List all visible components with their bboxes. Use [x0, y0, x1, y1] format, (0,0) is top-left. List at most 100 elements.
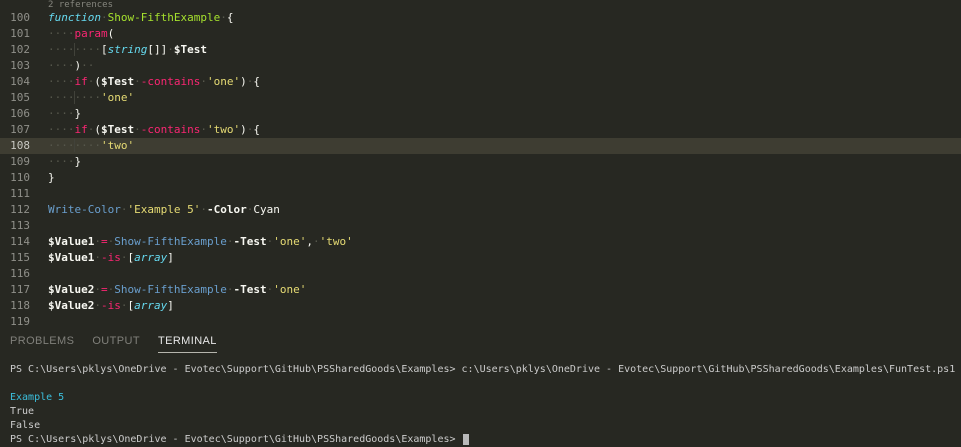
- code-line[interactable]: 112Write-Color·'Example 5'·-Color·Cyan: [0, 202, 961, 218]
- indent-whitespace: ····: [48, 107, 75, 120]
- code-token: (: [94, 75, 101, 88]
- line-number[interactable]: 109: [0, 154, 30, 170]
- code-line[interactable]: 117$Value2·=·Show-FifthExample·-Test·'on…: [0, 282, 961, 298]
- code-line[interactable]: 115$Value1·-is·[array]: [0, 250, 961, 266]
- code-area[interactable]: 100function·Show-FifthExample·{101····pa…: [0, 10, 961, 325]
- indent-whitespace: ····: [48, 155, 75, 168]
- code-token: 'two': [101, 139, 134, 152]
- codelens-references-link[interactable]: 2 references: [48, 0, 113, 10]
- code-token: -is: [101, 251, 121, 264]
- panel-tab-terminal[interactable]: TERMINAL: [158, 335, 217, 353]
- code-line[interactable]: 103····)··: [0, 58, 961, 74]
- code-token: ,: [306, 235, 313, 248]
- panel-tab-problems[interactable]: PROBLEMS: [10, 335, 74, 352]
- code-token: array: [134, 299, 167, 312]
- indent-whitespace: ····: [48, 59, 75, 72]
- code-token: Show-FifthExample: [114, 283, 227, 296]
- whitespace-dot: ·: [313, 235, 320, 248]
- whitespace-dot: ·: [101, 11, 108, 24]
- code-token: Show-FifthExample: [114, 235, 227, 248]
- code-token: }: [75, 107, 82, 120]
- line-number[interactable]: 115: [0, 250, 30, 266]
- line-number[interactable]: 102: [0, 42, 30, 58]
- indent-guide: ····: [74, 139, 102, 152]
- code-line[interactable]: 105········'one': [0, 90, 961, 106]
- line-number[interactable]: 119: [0, 314, 30, 325]
- code-line[interactable]: 107····if·($Test·-contains·'two')·{: [0, 122, 961, 138]
- panel-tab-output[interactable]: OUTPUT: [92, 335, 140, 352]
- line-number[interactable]: 118: [0, 298, 30, 314]
- code-line[interactable]: 111: [0, 186, 961, 202]
- code-line[interactable]: 116: [0, 266, 961, 282]
- whitespace-dot: ·: [94, 299, 101, 312]
- code-token: function: [48, 11, 101, 24]
- code-token: array: [134, 251, 167, 264]
- editor-pane[interactable]: 2 references 100function·Show-FifthExamp…: [0, 0, 961, 325]
- line-number[interactable]: 110: [0, 170, 30, 186]
- code-token: -Test: [233, 283, 266, 296]
- code-token: {: [227, 11, 234, 24]
- code-token: if: [75, 123, 88, 136]
- code-line[interactable]: 113: [0, 218, 961, 234]
- code-token: ): [240, 75, 247, 88]
- code-line-text: Write-Color·'Example 5'·-Color·Cyan: [30, 202, 280, 218]
- code-line[interactable]: 119: [0, 314, 961, 325]
- indent-whitespace: ····: [48, 75, 75, 88]
- code-line[interactable]: 106 ····}: [0, 106, 961, 122]
- code-token: =: [101, 283, 108, 296]
- code-line[interactable]: 102········[string[]]·$Test: [0, 42, 961, 58]
- line-number[interactable]: 105: [0, 90, 30, 106]
- line-number[interactable]: 114: [0, 234, 30, 250]
- whitespace-dot: ··: [81, 59, 94, 72]
- code-line[interactable]: 109····}: [0, 154, 961, 170]
- code-token: $Value1: [48, 251, 94, 264]
- code-line-text: ····)··: [30, 58, 94, 74]
- indent-whitespace: ····: [48, 91, 75, 104]
- code-token: if: [75, 75, 88, 88]
- line-number[interactable]: 106: [0, 106, 30, 122]
- code-token: 'one': [273, 235, 306, 248]
- code-token: []]: [147, 43, 167, 56]
- code-token: ]: [167, 251, 174, 264]
- line-number[interactable]: 113: [0, 218, 30, 234]
- code-line[interactable]: 104····if·($Test·-contains·'one')·{: [0, 74, 961, 90]
- indent-guide: ····: [74, 43, 102, 56]
- code-token: [: [101, 43, 108, 56]
- code-line[interactable]: 108········'two': [0, 138, 961, 154]
- code-line-text: [30, 314, 48, 325]
- code-line[interactable]: 100function·Show-FifthExample·{: [0, 10, 961, 26]
- code-line[interactable]: 114$Value1·=·Show-FifthExample·-Test·'on…: [0, 234, 961, 250]
- code-line[interactable]: 118$Value2·-is·[array]: [0, 298, 961, 314]
- code-token: ]: [167, 299, 174, 312]
- terminal-output[interactable]: PS C:\Users\pklys\OneDrive - Evotec\Supp…: [0, 353, 961, 447]
- whitespace-dot: ·: [200, 75, 207, 88]
- code-token: Write-Color: [48, 203, 121, 216]
- code-line-text: ····if·($Test·-contains·'one')·{: [30, 74, 260, 90]
- line-number[interactable]: 100: [0, 10, 30, 26]
- code-line-text: [30, 186, 48, 202]
- indent-whitespace: ····: [48, 139, 75, 152]
- code-line-text: [30, 218, 48, 234]
- line-number[interactable]: 108: [0, 138, 30, 154]
- code-line-text: ····param(: [30, 26, 114, 42]
- line-number[interactable]: 107: [0, 122, 30, 138]
- line-number[interactable]: 103: [0, 58, 30, 74]
- code-token: $Value2: [48, 299, 94, 312]
- indent-guide: ····: [74, 91, 102, 104]
- line-number[interactable]: 112: [0, 202, 30, 218]
- line-number[interactable]: 117: [0, 282, 30, 298]
- line-number[interactable]: 101: [0, 26, 30, 42]
- vscode-window: 2 references 100function·Show-FifthExamp…: [0, 0, 961, 447]
- terminal-line: True: [10, 405, 961, 419]
- code-token: 'one': [101, 91, 134, 104]
- line-number[interactable]: 116: [0, 266, 30, 282]
- terminal-cursor: [463, 434, 469, 445]
- code-token: 'Example 5': [127, 203, 200, 216]
- code-token: -contains: [141, 123, 201, 136]
- code-line-text: ········[string[]]·$Test: [30, 42, 207, 58]
- code-line[interactable]: 110}: [0, 170, 961, 186]
- code-line-text: function·Show-FifthExample·{: [30, 10, 233, 26]
- line-number[interactable]: 104: [0, 74, 30, 90]
- code-line[interactable]: 101····param(: [0, 26, 961, 42]
- line-number[interactable]: 111: [0, 186, 30, 202]
